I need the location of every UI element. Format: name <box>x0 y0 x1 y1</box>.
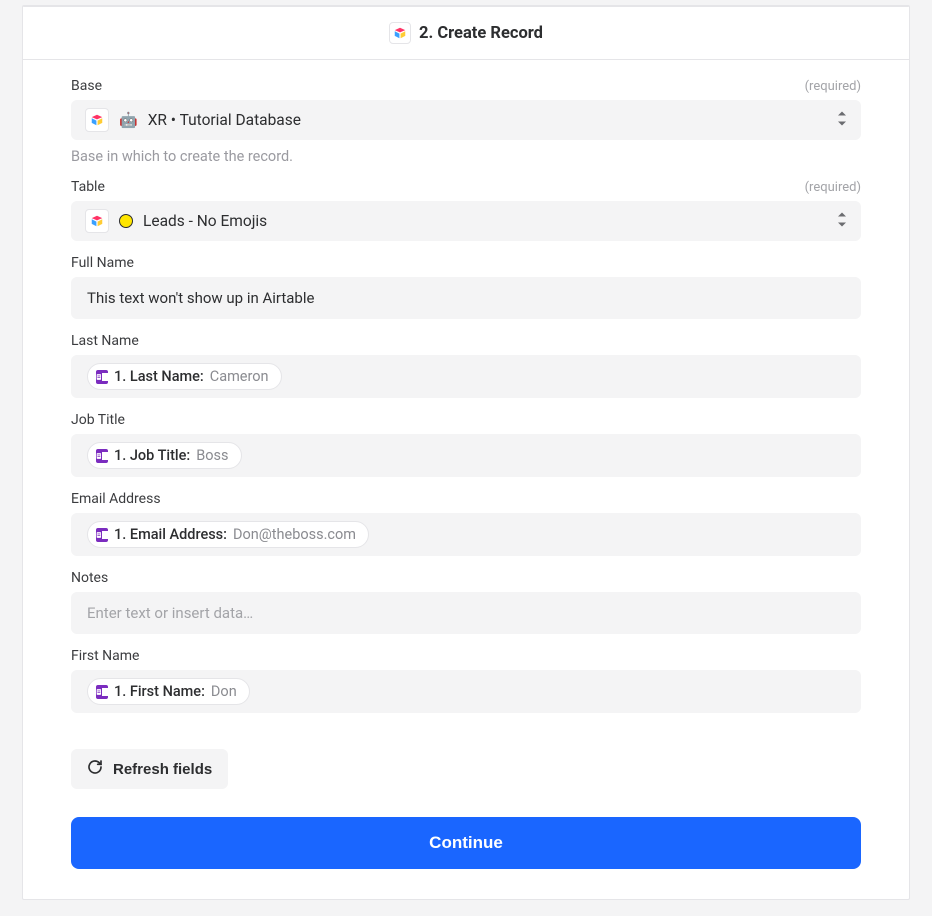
base-field: Base (required) 🤖 XR • Tutorial Database… <box>71 78 861 165</box>
last-name-pill[interactable]: 1. Last Name: Cameron <box>87 363 282 390</box>
job-title-label: Job Title <box>71 412 125 428</box>
airtable-icon <box>389 22 411 44</box>
notes-field: Notes Enter text or insert data… <box>71 570 861 634</box>
refresh-fields-button[interactable]: Refresh fields <box>71 749 228 789</box>
yellow-dot-icon <box>119 214 133 228</box>
step-title: 2. Create Record <box>419 24 543 43</box>
email-label: Email Address <box>71 491 161 507</box>
first-name-label: First Name <box>71 648 139 664</box>
base-label: Base <box>71 78 102 94</box>
continue-button[interactable]: Continue <box>71 817 861 869</box>
notes-label: Notes <box>71 570 108 586</box>
full-name-field: Full Name This text won't show up in Air… <box>71 255 861 319</box>
refresh-label: Refresh fields <box>113 761 212 778</box>
base-value: XR • Tutorial Database <box>148 111 301 129</box>
airtable-icon <box>85 209 109 233</box>
card-content: Base (required) 🤖 XR • Tutorial Database… <box>23 60 909 899</box>
first-name-input[interactable]: 1. First Name: Don <box>71 670 861 713</box>
form-step-icon <box>96 370 108 384</box>
chevron-updown-icon <box>837 212 847 231</box>
form-step-icon <box>96 528 108 542</box>
base-required: (required) <box>805 79 861 94</box>
table-required: (required) <box>805 180 861 195</box>
form-step-icon <box>96 449 108 463</box>
base-emoji: 🤖 <box>119 111 138 129</box>
full-name-label: Full Name <box>71 255 134 271</box>
job-title-input[interactable]: 1. Job Title: Boss <box>71 434 861 477</box>
table-field: Table (required) Leads - No Emojis <box>71 179 861 241</box>
notes-input[interactable]: Enter text or insert data… <box>71 592 861 634</box>
step-card: 2. Create Record Base (required) 🤖 XR • … <box>22 5 910 900</box>
email-pill[interactable]: 1. Email Address: Don@theboss.com <box>87 521 369 548</box>
last-name-input[interactable]: 1. Last Name: Cameron <box>71 355 861 398</box>
airtable-icon <box>85 108 109 132</box>
full-name-input[interactable]: This text won't show up in Airtable <box>71 277 861 319</box>
last-name-label: Last Name <box>71 333 139 349</box>
table-label: Table <box>71 179 105 195</box>
email-field: Email Address 1. Email Address: Don@theb… <box>71 491 861 556</box>
job-title-pill[interactable]: 1. Job Title: Boss <box>87 442 242 469</box>
form-step-icon <box>96 685 108 699</box>
base-select[interactable]: 🤖 XR • Tutorial Database <box>71 100 861 140</box>
base-helper: Base in which to create the record. <box>71 148 861 165</box>
card-header: 2. Create Record <box>23 6 909 60</box>
table-select[interactable]: Leads - No Emojis <box>71 201 861 241</box>
first-name-field: First Name 1. First Name: Don <box>71 648 861 713</box>
first-name-pill[interactable]: 1. First Name: Don <box>87 678 250 705</box>
refresh-icon <box>87 759 103 779</box>
chevron-updown-icon <box>837 111 847 130</box>
job-title-field: Job Title 1. Job Title: Boss <box>71 412 861 477</box>
table-value: Leads - No Emojis <box>143 212 267 230</box>
last-name-field: Last Name 1. Last Name: Cameron <box>71 333 861 398</box>
email-input[interactable]: 1. Email Address: Don@theboss.com <box>71 513 861 556</box>
